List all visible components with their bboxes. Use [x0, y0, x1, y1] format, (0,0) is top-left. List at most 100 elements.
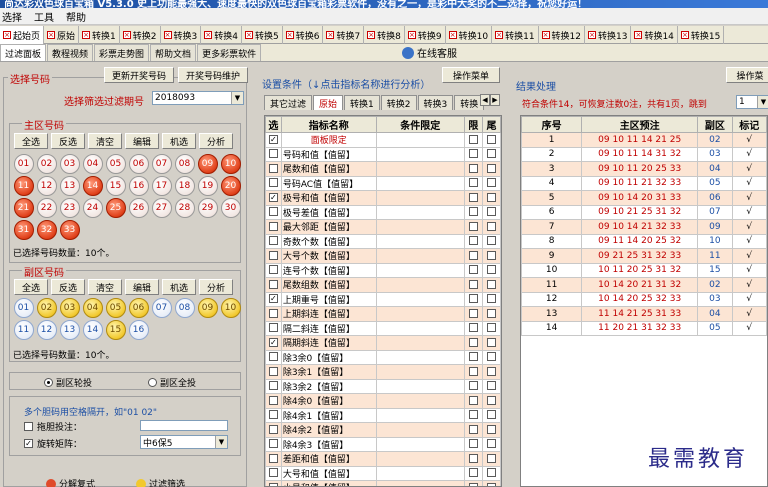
condition-checkbox[interactable]	[268, 207, 278, 217]
tail-checkbox[interactable]	[486, 468, 496, 478]
limit-checkbox[interactable]	[468, 149, 478, 159]
condition-limit-cell[interactable]	[375, 335, 465, 351]
condition-limit-cell[interactable]	[375, 277, 465, 293]
condition-checkbox[interactable]: ✓	[268, 337, 278, 347]
condition-checkbox[interactable]	[268, 250, 278, 260]
wheel-select[interactable]: 中6保5 ▼	[140, 435, 228, 449]
radio-blue-rotate[interactable]: 副区轮投	[44, 376, 92, 389]
condition-name[interactable]: 极号和值【值留】	[280, 190, 377, 206]
condition-checkbox[interactable]	[268, 236, 278, 246]
dan-input[interactable]	[140, 420, 228, 431]
result-row[interactable]: 4 09 10 11 21 32 33 05 √	[521, 175, 767, 191]
condition-name[interactable]: 连号个数【值留】	[280, 262, 377, 278]
condition-name[interactable]: 除4余1【值留】	[280, 407, 377, 423]
blue-ball-06[interactable]: 06	[128, 298, 149, 318]
tail-checkbox[interactable]	[486, 381, 496, 391]
result-row[interactable]: 7 09 10 14 21 32 33 09 √	[521, 219, 767, 235]
condition-checkbox[interactable]	[268, 149, 278, 159]
red-ball-25[interactable]: 25	[105, 198, 126, 218]
red-ball-12[interactable]: 12	[36, 176, 57, 196]
tail-checkbox[interactable]	[486, 134, 496, 144]
limit-checkbox[interactable]	[468, 482, 478, 486]
red-analyze-button[interactable]: 分析	[199, 133, 233, 149]
top-tab-7[interactable]: × 转换6	[283, 26, 324, 44]
top-tab-4[interactable]: × 转换3	[161, 26, 202, 44]
limit-checkbox[interactable]	[468, 424, 478, 434]
condition-name[interactable]: 最大邻距【值留】	[280, 219, 377, 235]
condition-row[interactable]: 极号差值【值留】	[265, 204, 501, 220]
red-ball-19[interactable]: 19	[197, 176, 218, 196]
limit-checkbox[interactable]	[468, 410, 478, 420]
top-tab-5[interactable]: × 转换4	[201, 26, 242, 44]
result-row[interactable]: 13 11 14 21 25 31 33 04 √	[521, 306, 767, 322]
condition-limit-cell[interactable]	[375, 465, 465, 481]
condition-checkbox[interactable]	[268, 453, 278, 463]
blue-select-all-button[interactable]: 全选	[14, 279, 48, 295]
radio-blue-all[interactable]: 副区全投	[148, 376, 196, 389]
condition-row[interactable]: ✓ 上期重号【值留】	[265, 291, 501, 307]
maintain-draw-button[interactable]: 开奖号码维护	[178, 67, 248, 83]
condition-limit-cell[interactable]	[375, 161, 465, 177]
result-row[interactable]: 8 09 11 14 20 25 32 10 √	[521, 233, 767, 249]
tail-checkbox[interactable]	[486, 453, 496, 463]
tab-help-doc[interactable]: 帮助文档	[150, 44, 197, 61]
red-ball-16[interactable]: 16	[128, 176, 149, 196]
wheel-checkbox[interactable]: ✓ 旋转矩阵：	[24, 437, 82, 450]
condition-name[interactable]: 大号个数【值留】	[280, 248, 377, 264]
page-select[interactable]: 1 ▼	[736, 95, 768, 109]
condition-name[interactable]: 极号差值【值留】	[280, 204, 377, 220]
condition-row[interactable]: 大号和值【值留】	[265, 465, 501, 481]
red-ball-08[interactable]: 08	[174, 154, 195, 174]
result-row[interactable]: 3 09 10 11 20 25 33 04 √	[521, 161, 767, 177]
condition-name[interactable]: 面板限定	[280, 132, 377, 148]
condition-limit-cell[interactable]	[375, 480, 465, 486]
blue-ball-10[interactable]: 10	[220, 298, 241, 318]
condition-checkbox[interactable]	[268, 279, 278, 289]
result-row[interactable]: 5 09 10 14 20 31 33 06 √	[521, 190, 767, 206]
tab-convert2[interactable]: 转换2	[380, 95, 417, 110]
condition-row[interactable]: 除3余1【值留】	[265, 364, 501, 380]
condition-name[interactable]: 号码AC值【值留】	[280, 175, 377, 191]
limit-checkbox[interactable]	[468, 250, 478, 260]
condition-name[interactable]: 尾数组数【值留】	[280, 277, 377, 293]
blue-ball-13[interactable]: 13	[59, 320, 80, 340]
limit-checkbox[interactable]	[468, 236, 478, 246]
limit-checkbox[interactable]	[468, 134, 478, 144]
red-ball-14[interactable]: 14	[82, 176, 103, 196]
red-clear-button[interactable]: 清空	[88, 133, 122, 149]
top-tab-0[interactable]: × 起始页	[0, 26, 45, 44]
condition-name[interactable]: 小号和值【值留】	[280, 480, 377, 486]
tail-checkbox[interactable]	[486, 207, 496, 217]
condition-name[interactable]: 上期斜连【值留】	[280, 306, 377, 322]
condition-limit-cell[interactable]	[375, 306, 465, 322]
red-ball-10[interactable]: 10	[220, 154, 241, 174]
red-ball-31[interactable]: 31	[13, 220, 34, 240]
red-ball-24[interactable]: 24	[82, 198, 103, 218]
red-ball-32[interactable]: 32	[36, 220, 57, 240]
condition-name[interactable]: 号码和值【值留】	[280, 146, 377, 162]
condition-limit-cell[interactable]	[375, 349, 465, 365]
tail-checkbox[interactable]	[486, 236, 496, 246]
red-ball-20[interactable]: 20	[220, 176, 241, 196]
condition-name[interactable]: 隔二斜连【值留】	[280, 320, 377, 336]
period-select[interactable]: 2018093 ▼	[152, 91, 244, 105]
red-ball-13[interactable]: 13	[59, 176, 80, 196]
condition-checkbox[interactable]	[268, 265, 278, 275]
top-tab-14[interactable]: × 转换13	[585, 26, 632, 44]
tail-checkbox[interactable]	[486, 294, 496, 304]
blue-invert-button[interactable]: 反选	[51, 279, 85, 295]
condition-row[interactable]: 除4余1【值留】	[265, 407, 501, 423]
tail-checkbox[interactable]	[486, 424, 496, 434]
tab-other-filter[interactable]: 其它过滤	[264, 95, 313, 110]
result-row[interactable]: 14 11 20 21 31 32 33 05 √	[521, 320, 767, 336]
condition-limit-cell[interactable]	[375, 175, 465, 191]
red-ball-06[interactable]: 06	[128, 154, 149, 174]
middle-ops-menu-button[interactable]: 操作菜单	[442, 67, 500, 83]
blue-ball-03[interactable]: 03	[59, 298, 80, 318]
condition-limit-cell[interactable]	[375, 407, 465, 423]
condition-limit-cell[interactable]	[375, 190, 465, 206]
top-tab-3[interactable]: × 转换2	[120, 26, 161, 44]
condition-row[interactable]: 连号个数【值留】	[265, 262, 501, 278]
condition-row[interactable]: 除4余3【值留】	[265, 436, 501, 452]
limit-checkbox[interactable]	[468, 381, 478, 391]
